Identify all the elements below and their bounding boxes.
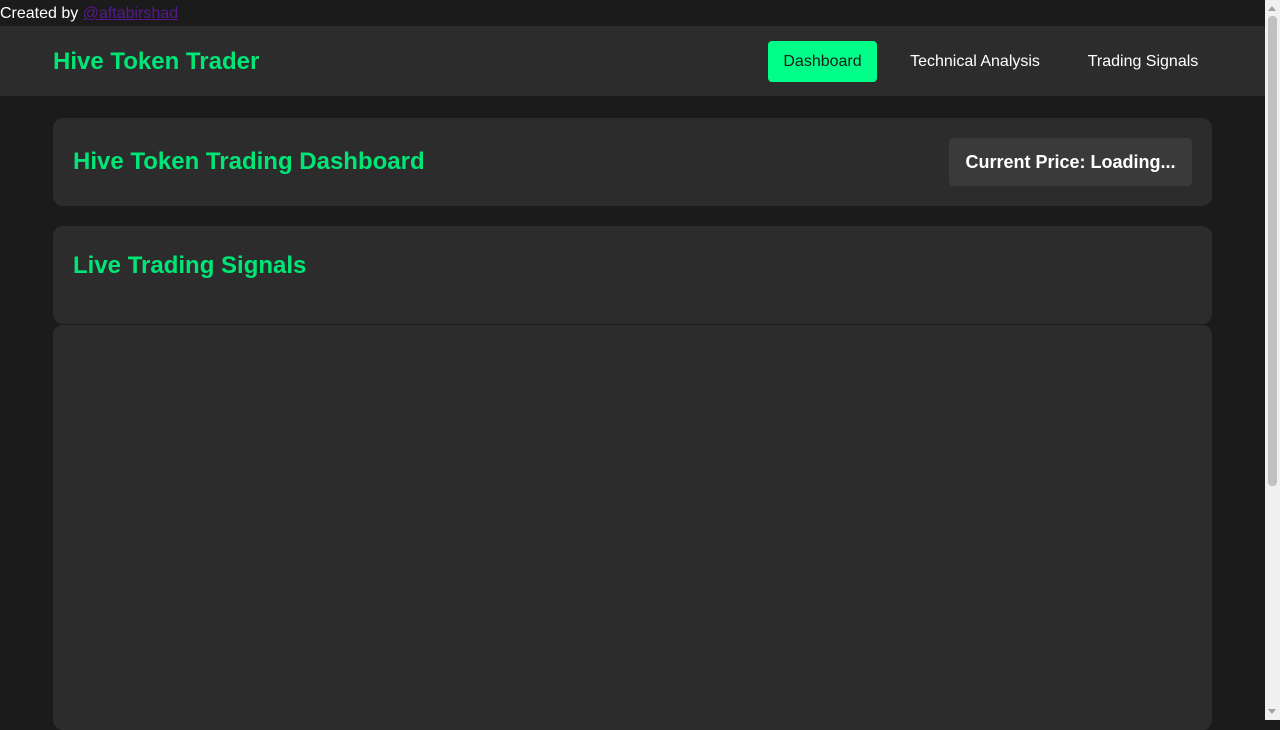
- page-scrollbar[interactable]: [1265, 0, 1280, 720]
- dashboard-title: Hive Token Trading Dashboard: [73, 148, 425, 175]
- scroll-up-icon[interactable]: [1268, 6, 1276, 11]
- content-panel: [53, 325, 1212, 730]
- credit-line: Created by @aftabirshad: [0, 4, 178, 24]
- top-navbar: Hive Token Trader Dashboard Technical An…: [0, 26, 1265, 96]
- current-price-badge: Current Price: Loading...: [949, 138, 1192, 186]
- nav-dashboard[interactable]: Dashboard: [768, 41, 877, 82]
- author-link[interactable]: @aftabirshad: [83, 5, 178, 22]
- signals-title: Live Trading Signals: [73, 252, 307, 279]
- scroll-thumb[interactable]: [1268, 16, 1277, 486]
- brand-title: Hive Token Trader: [53, 48, 260, 75]
- nav-trading-signals[interactable]: Trading Signals: [1073, 41, 1213, 82]
- signals-card: Live Trading Signals: [53, 226, 1212, 324]
- scroll-down-icon[interactable]: [1268, 709, 1276, 714]
- credit-prefix: Created by: [0, 5, 83, 22]
- nav-technical-analysis[interactable]: Technical Analysis: [896, 41, 1054, 82]
- dashboard-header-card: Hive Token Trading Dashboard Current Pri…: [53, 118, 1212, 206]
